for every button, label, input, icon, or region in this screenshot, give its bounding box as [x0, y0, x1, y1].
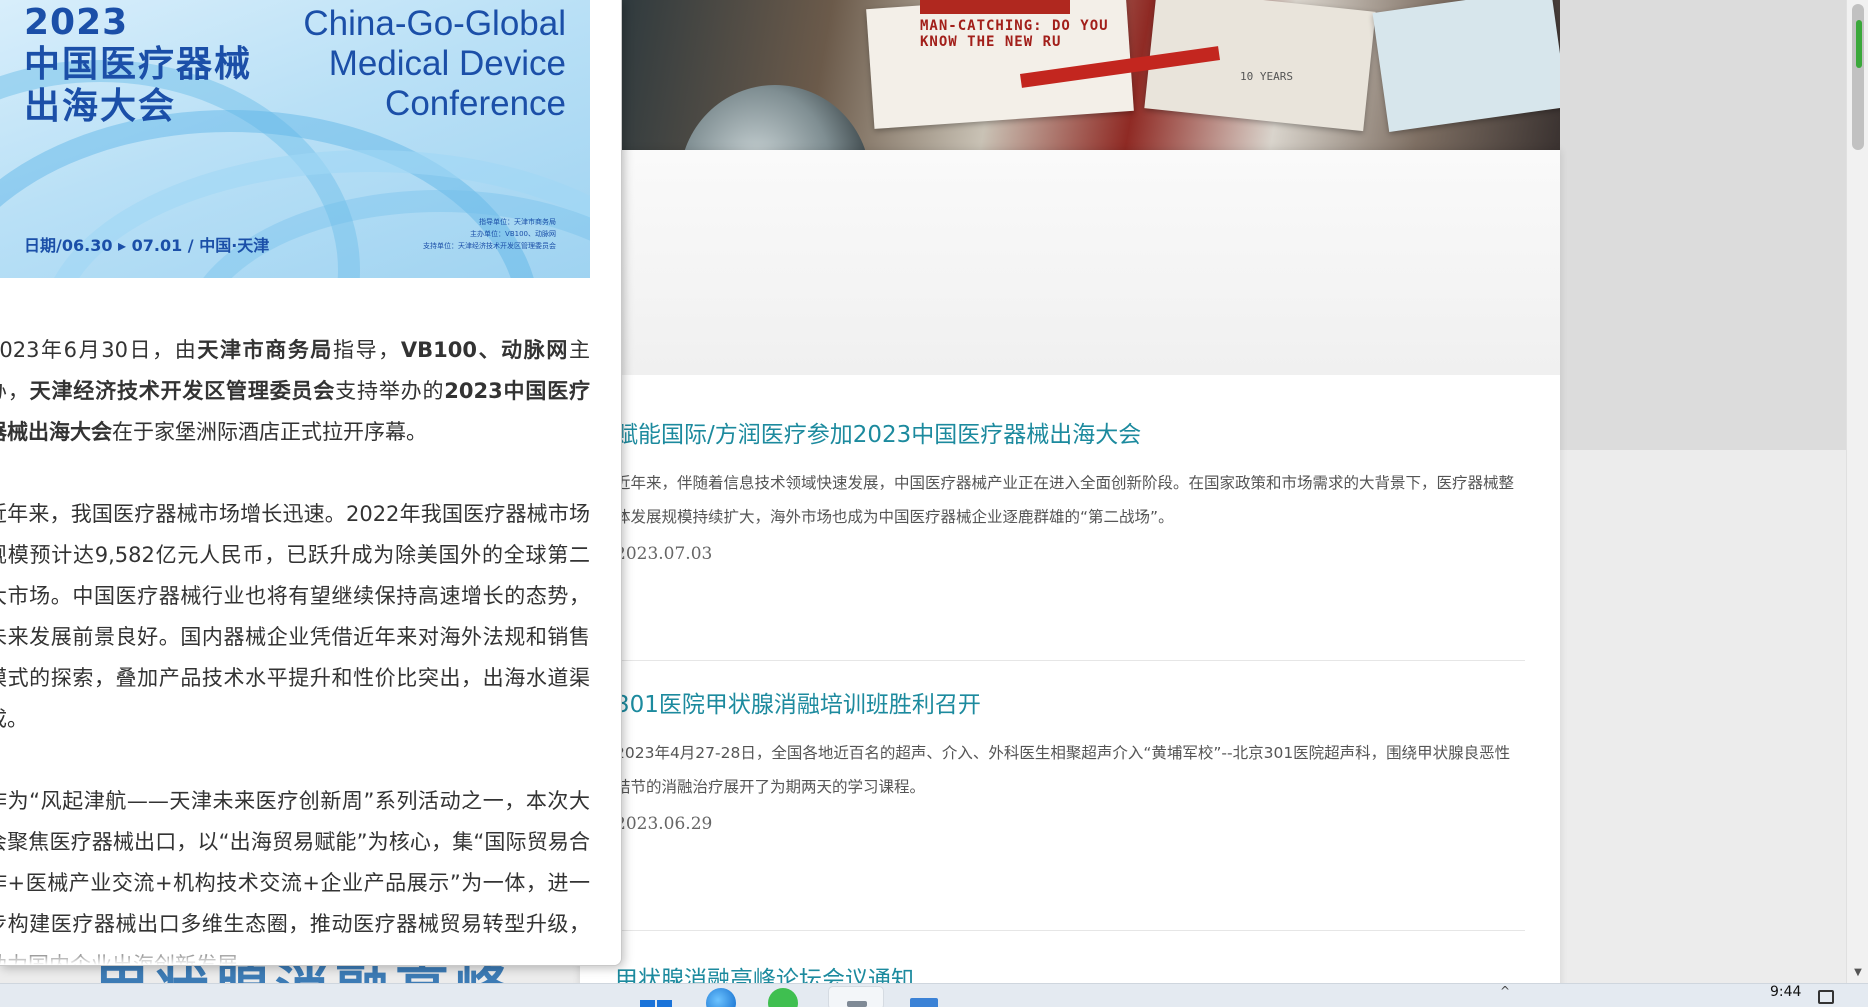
- news-item-summary: 近年来，伴随着信息技术领域快速发展，中国医疗器械产业正在进入全面创新阶段。在国家…: [615, 474, 1515, 526]
- magazine-masthead: [920, 0, 1070, 14]
- card-header-area: [580, 150, 1560, 375]
- news-item[interactable]: 赋能国际/方润医疗参加2023中国医疗器械出海大会 近年来，伴随着信息技术领域快…: [615, 420, 1525, 564]
- divider: [615, 660, 1525, 661]
- text-run-bold: 天津市商务局: [197, 338, 334, 362]
- article-popup[interactable]: 2023 中国医疗器械出海大会 China-Go-Global Medical …: [0, 0, 622, 966]
- news-item-date: 2023.06.29: [615, 814, 713, 834]
- tray-chevron-icon[interactable]: ^: [1500, 984, 1510, 1006]
- banner-organizer-line: 指导单位：天津市商务局: [479, 218, 556, 226]
- news-item-date: 2023.07.03: [615, 544, 713, 564]
- news-item-title[interactable]: 赋能国际/方润医疗参加2023中国医疗器械出海大会: [615, 420, 1525, 450]
- popup-fade: [0, 945, 621, 965]
- active-window-icon[interactable]: [828, 986, 884, 1007]
- text-run: 在于家堡洲际酒店正式拉开序幕。: [112, 420, 427, 444]
- banner-organizers: 指导单位：天津市商务局 主办单位：VB100、动脉网 支持单位：天津经济技术开发…: [423, 216, 556, 252]
- magazine-headline: MAN-CATCHING: DO YOU KNOW THE NEW RU: [920, 18, 1109, 50]
- news-list-card: 赋能国际/方润医疗参加2023中国医疗器械出海大会 近年来，伴随着信息技术领域快…: [580, 150, 1560, 1007]
- text-run: 指导，: [333, 338, 401, 362]
- divider: [615, 930, 1525, 931]
- text-run-bold: VB100、动脉网: [400, 338, 570, 362]
- article-paragraph: 作为“风起津航——天津未来医疗创新周”系列活动之一，本次大会聚焦医疗器械出口，以…: [0, 789, 590, 965]
- conference-banner: 2023 中国医疗器械出海大会 China-Go-Global Medical …: [0, 0, 590, 278]
- taskbar-clock[interactable]: 9:44: [1770, 984, 1801, 1000]
- banner-english-line: Medical Device: [328, 44, 566, 83]
- text-run: 支持举办的: [335, 379, 445, 403]
- banner-date: 日期/06.30 ▸ 07.01 / 中国·天津: [24, 236, 270, 255]
- side-indicator: [1856, 20, 1862, 68]
- hero-image: MAN-CATCHING: DO YOU KNOW THE NEW RU 10 …: [620, 0, 1560, 150]
- start-menu-icon[interactable]: [640, 990, 674, 1007]
- banner-organizer-line: 支持单位：天津经济技术开发区管理委员会: [423, 242, 556, 250]
- scroll-down-arrow-icon[interactable]: ▼: [1851, 967, 1865, 979]
- article-body: 2023年6月30日，由天津市商务局指导，VB100、动脉网主办，天津经济技术开…: [0, 330, 590, 965]
- banner-year: 2023: [24, 2, 129, 43]
- microphone-image: [680, 85, 870, 150]
- os-taskbar: ^ 9:44: [0, 983, 1868, 1007]
- page-scrollbar[interactable]: ▼: [1846, 0, 1868, 983]
- article-paragraph: 2023年6月30日，由天津市商务局指导，VB100、动脉网主办，天津经济技术开…: [0, 330, 590, 453]
- banner-english-line: China-Go-Global: [303, 4, 566, 43]
- banner-english-line: Conference: [385, 84, 566, 123]
- article-paragraph: 近年来，我国医疗器械市场增长迅速。2022年我国医疗器械市场规模预计达9,582…: [0, 502, 590, 731]
- magazine-tagline: 10 YEARS: [1240, 70, 1293, 83]
- news-item-summary: 2023年4月27-28日，全国各地近百名的超声、介入、外科医生相聚超声介入“黄…: [615, 744, 1511, 796]
- chat-app-icon[interactable]: [768, 988, 798, 1007]
- text-run-bold: 天津经济技术开发区管理委员会: [29, 379, 336, 403]
- file-explorer-icon[interactable]: [910, 998, 938, 1007]
- magazine-cover: [1372, 0, 1560, 132]
- notification-icon[interactable]: [1818, 990, 1834, 1004]
- banner-english-title: China-Go-Global Medical Device Conferenc…: [303, 4, 566, 124]
- text-run: 2023年6月30日，由: [0, 338, 198, 362]
- banner-organizer-line: 主办单位：VB100、动脉网: [470, 230, 556, 238]
- banner-chinese-title: 中国医疗器械出海大会: [24, 44, 253, 127]
- browser-icon[interactable]: [706, 988, 736, 1007]
- news-item-title[interactable]: 301医院甲状腺消融培训班胜利召开: [615, 690, 1525, 720]
- news-item[interactable]: 301医院甲状腺消融培训班胜利召开 2023年4月27-28日，全国各地近百名的…: [615, 690, 1525, 834]
